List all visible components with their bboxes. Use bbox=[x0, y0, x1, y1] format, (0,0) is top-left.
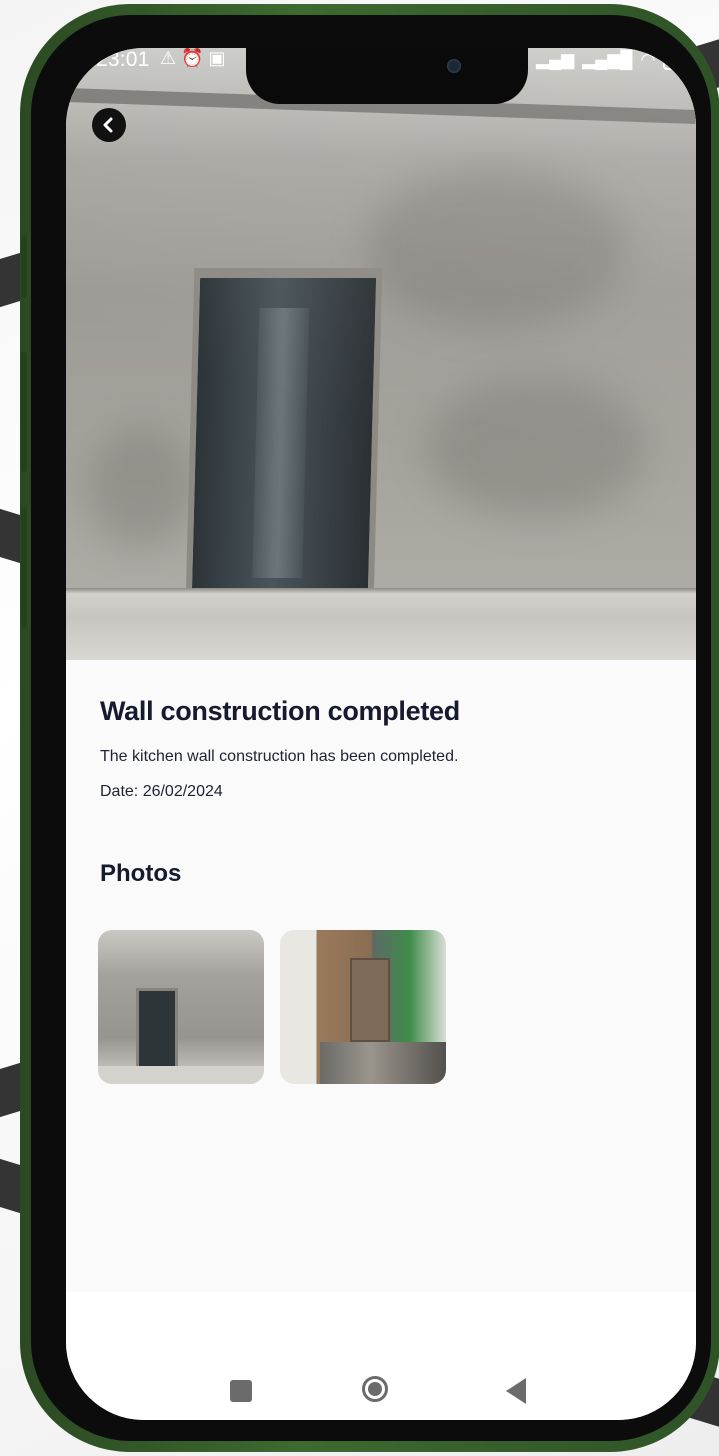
hero-photo bbox=[66, 48, 696, 660]
camera-notch bbox=[246, 48, 528, 104]
signal-icon: ▂▄▆█ bbox=[582, 50, 633, 69]
home-circle-icon[interactable] bbox=[362, 1376, 388, 1402]
thumbnail-window bbox=[136, 988, 178, 1072]
front-camera bbox=[447, 59, 461, 73]
recents-square-icon[interactable] bbox=[230, 1380, 252, 1402]
milestone-description: The kitchen wall construction has been c… bbox=[100, 748, 459, 765]
back-triangle-icon[interactable] bbox=[506, 1378, 526, 1404]
home-circle-inner bbox=[368, 1382, 382, 1396]
back-button[interactable] bbox=[92, 108, 126, 142]
status-right-icons: ▂▄▆ ▂▄▆█ ◠ 64 bbox=[536, 50, 696, 70]
system-navigation-bar bbox=[66, 1292, 696, 1420]
hero-overlay bbox=[66, 48, 696, 660]
side-button-volume-up bbox=[21, 352, 27, 472]
wifi-icon: ◠ bbox=[640, 50, 656, 69]
status-notification-icons: ⚠ ⏰ ▣ bbox=[160, 48, 226, 68]
milestone-title: Wall construction completed bbox=[100, 696, 460, 726]
signal-icon: ▂▄▆ bbox=[536, 50, 575, 69]
chevron-left-icon bbox=[103, 117, 113, 133]
side-button-volume-down bbox=[21, 508, 27, 628]
thumbnail-ledge bbox=[98, 1066, 264, 1084]
battery-icon: 64 bbox=[663, 50, 696, 70]
status-time: 23:01 bbox=[96, 48, 150, 71]
background-stage: 23:01 ⚠ ⏰ ▣ ▂▄▆ ▂▄▆█ ◠ 64 Wall construct… bbox=[0, 0, 719, 1456]
thumbnail-floor bbox=[320, 1042, 446, 1084]
side-button-mute bbox=[21, 236, 27, 298]
phone-screen: 23:01 ⚠ ⏰ ▣ ▂▄▆ ▂▄▆█ ◠ 64 Wall construct… bbox=[66, 48, 696, 1420]
thumbnail-door bbox=[350, 958, 390, 1042]
photo-thumbnail-doorway[interactable] bbox=[280, 930, 446, 1084]
photo-thumbnail-wall[interactable] bbox=[98, 930, 264, 1084]
photos-heading: Photos bbox=[100, 860, 182, 887]
milestone-date: Date: 26/02/2024 bbox=[100, 783, 223, 800]
milestone-details: Wall construction completed The kitchen … bbox=[66, 660, 696, 1292]
